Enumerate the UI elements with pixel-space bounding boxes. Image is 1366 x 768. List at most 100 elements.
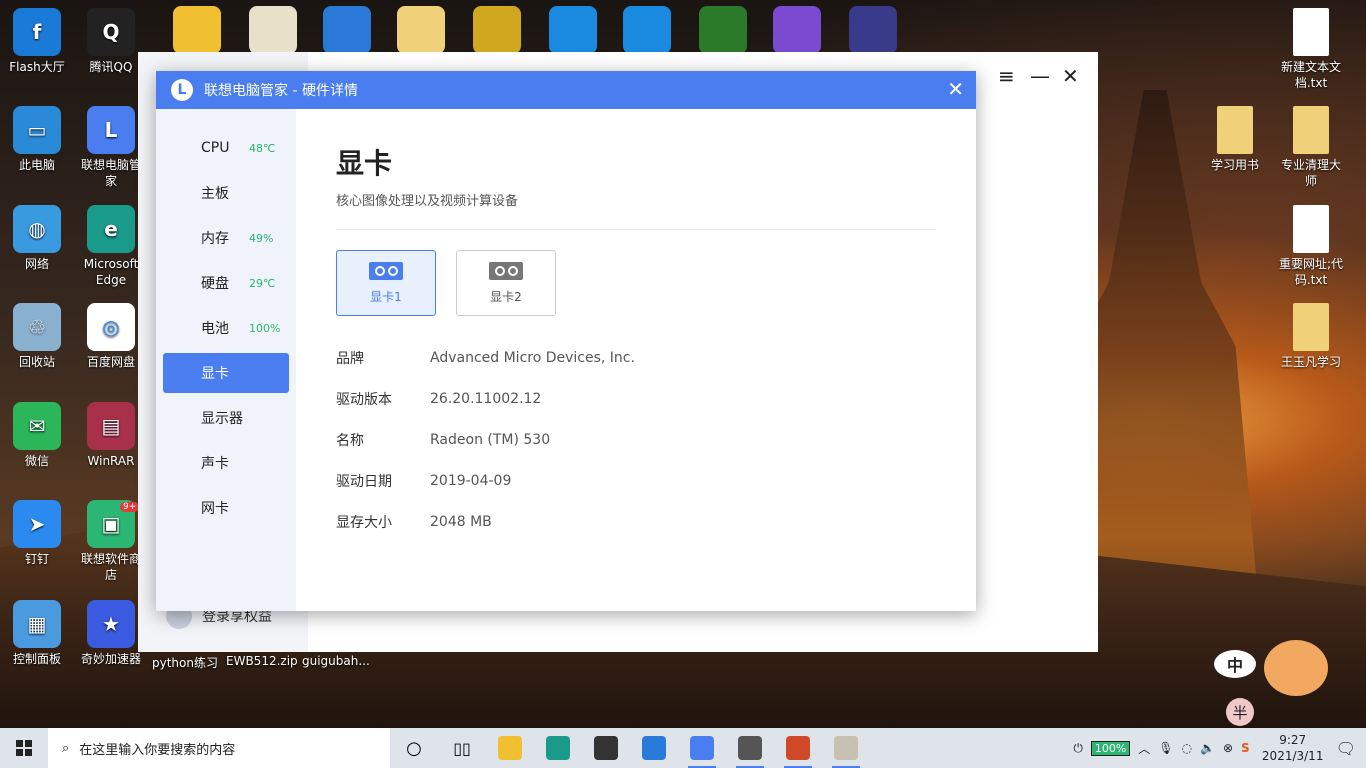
app-icon: ★ — [87, 600, 135, 648]
desktop-icon[interactable]: ▭ 此电脑 — [2, 106, 72, 173]
desktop-icon-label: 控制面板 — [12, 652, 61, 666]
app-icon — [249, 6, 297, 54]
window-close-icon[interactable]: ✕ — [1062, 64, 1079, 88]
nav-item[interactable]: CPU 48℃ — [163, 128, 289, 168]
taskbar-search[interactable]: ⌕ 在这里输入你要搜索的内容 — [48, 728, 390, 768]
desktop-icon-label: 奇妙加速器 — [80, 652, 141, 666]
desktop-icon[interactable]: ▦ 控制面板 — [2, 600, 72, 667]
desktop-icon[interactable] — [462, 6, 532, 57]
desktop-icon[interactable]: 学习用书 — [1200, 106, 1270, 173]
desktop-icon[interactable]: 专业清理大师 — [1276, 106, 1346, 189]
desktop-icon[interactable]: ◍ 网络 — [2, 205, 72, 272]
powerpoint-icon — [786, 736, 810, 760]
detail-value: 2048 MB — [430, 513, 492, 530]
desktop-icon[interactable]: 王玉凡学习 — [1276, 303, 1346, 370]
clock[interactable]: 9:27 2021/3/11 — [1258, 732, 1328, 764]
close-circle-icon[interactable]: ⊗ — [1223, 741, 1233, 755]
desktop-icon[interactable]: Q 腾讯QQ — [76, 8, 146, 75]
desktop-icon[interactable] — [238, 6, 308, 57]
nav-item[interactable]: 显卡 — [163, 353, 289, 393]
nav-item[interactable]: 网卡 — [163, 488, 289, 528]
taskbar-file-explorer[interactable] — [486, 728, 534, 768]
gpu-icon — [489, 261, 523, 280]
taskbar-edge[interactable] — [534, 728, 582, 768]
detail-value: 2019-04-09 — [430, 472, 512, 489]
desktop-icon[interactable]: ✉ 微信 — [2, 402, 72, 469]
ime-mode: 半 — [1226, 698, 1254, 726]
nav-item[interactable]: 硬盘 29℃ — [163, 263, 289, 303]
detail-key: 名称 — [336, 432, 364, 449]
detail-key: 驱动版本 — [336, 391, 392, 408]
nav-label: 电池 — [201, 321, 229, 337]
gpu-details: 品牌 Advanced Micro Devices, Inc. 驱动版本 26.20.… — [336, 337, 936, 542]
dialog-close-icon[interactable]: ✕ — [947, 79, 964, 99]
network-icon[interactable]: ◌ — [1182, 741, 1192, 755]
desktop-icon[interactable]: ★ 奇妙加速器 — [76, 600, 146, 667]
nav-item[interactable]: 电池 100% — [163, 308, 289, 348]
gpu-card-2[interactable]: 显卡2 — [456, 250, 556, 316]
minimize-icon[interactable]: — — [1030, 64, 1050, 88]
dialog-titlebar: L 联想电脑管家 - 硬件详情 ✕ — [156, 71, 976, 109]
desktop-icon[interactable] — [762, 6, 832, 57]
taskbar-powerpoint[interactable] — [774, 728, 822, 768]
desktop-icon[interactable] — [312, 6, 382, 57]
desktop-icon[interactable]: f Flash大厅 — [2, 8, 72, 75]
desktop-icon[interactable]: ♲ 回收站 — [2, 303, 72, 370]
chevron-up-icon[interactable]: ︿ — [1138, 740, 1150, 757]
plug-icon[interactable]: ⏻ — [1073, 741, 1083, 756]
desktop-icon[interactable]: L 联想电脑管家 — [76, 106, 146, 189]
app-icon: ♲ — [13, 303, 61, 351]
taskbar-task-view[interactable]: ▯▯ — [438, 728, 486, 768]
taskbar-cortana[interactable]: ○ — [390, 728, 438, 768]
taskbar-mail[interactable] — [630, 728, 678, 768]
app-icon: ◎ — [87, 303, 135, 351]
desktop-icon[interactable]: ▣ 联想软件商店 — [76, 500, 146, 583]
start-button[interactable] — [0, 728, 48, 768]
nav-label: 声卡 — [201, 456, 229, 472]
detail-value: Radeon (TM) 530 — [430, 431, 551, 448]
nav-value: 100% — [249, 321, 281, 335]
notification-icon[interactable]: 🗨 — [1336, 739, 1356, 758]
desktop-icon[interactable] — [386, 6, 456, 57]
desktop-icon[interactable]: ➤ 钉钉 — [2, 500, 72, 567]
desktop-icon[interactable] — [162, 6, 232, 57]
desktop-icon[interactable] — [612, 6, 682, 57]
menu-icon[interactable]: ≡ — [998, 64, 1015, 88]
desktop-icon[interactable]: e Microsoft Edge — [76, 205, 146, 288]
file-icon — [1293, 8, 1329, 56]
nav-item[interactable]: 内存 49% — [163, 218, 289, 258]
detail-row: 品牌 Advanced Micro Devices, Inc. — [336, 337, 936, 378]
ime-cat-icon — [1264, 640, 1328, 696]
microphone-icon[interactable]: 🎙 — [1158, 741, 1173, 755]
desktop-icon[interactable] — [538, 6, 608, 57]
taskbar-app-game[interactable] — [726, 728, 774, 768]
desktop-icon[interactable]: ▤ WinRAR — [76, 402, 146, 469]
nav-item[interactable]: 主板 — [163, 173, 289, 213]
desktop-icon-label: 新建文本文档.txt — [1280, 60, 1341, 90]
nav-item[interactable]: 声卡 — [163, 443, 289, 483]
gpu-card-label: 显卡2 — [490, 289, 522, 304]
desktop-icon[interactable]: 重要网址;代码.txt — [1276, 205, 1346, 288]
taskbar-app-photo[interactable] — [822, 728, 870, 768]
desktop-icon[interactable]: 新建文本文档.txt — [1276, 8, 1346, 91]
desktop-icon-label: 微信 — [24, 454, 49, 468]
desktop-icon[interactable] — [688, 6, 758, 57]
taskbar-lenovo-manager[interactable] — [678, 728, 726, 768]
app-icon: ▦ — [13, 600, 61, 648]
desktop-icon-label[interactable]: python练习 — [152, 654, 218, 671]
cortana-icon: ○ — [406, 737, 422, 759]
battery-indicator[interactable]: 100% — [1090, 740, 1131, 756]
gpu-card-1[interactable]: 显卡1 — [336, 250, 436, 316]
volume-icon[interactable]: 🔈 — [1200, 741, 1215, 755]
app-icon: ✉ — [13, 402, 61, 450]
ime-widget[interactable]: 中 半 — [1214, 640, 1364, 728]
desktop-icon-label[interactable]: EWB512.zip — [226, 654, 298, 668]
nav-item[interactable]: 显示器 — [163, 398, 289, 438]
desktop-icon[interactable]: ◎ 百度网盘 — [76, 303, 146, 370]
app-icon: e — [87, 205, 135, 253]
taskbar-store[interactable] — [582, 728, 630, 768]
desktop-icon[interactable] — [838, 6, 908, 57]
desktop-icon-label: 百度网盘 — [86, 355, 135, 369]
sogou-ime-icon[interactable]: S — [1241, 741, 1250, 755]
desktop-icon-label[interactable]: guigubah... — [302, 654, 370, 668]
